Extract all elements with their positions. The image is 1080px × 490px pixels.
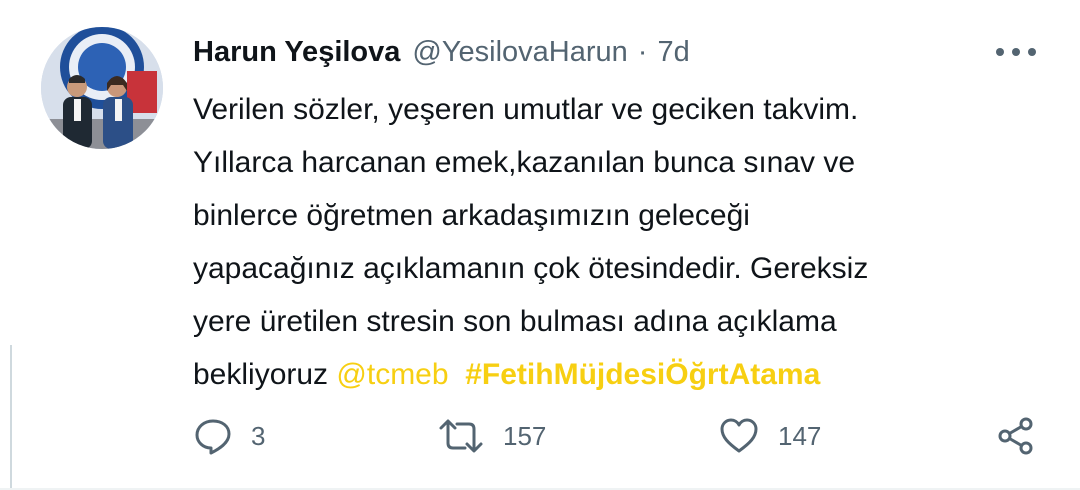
share-button[interactable] — [996, 410, 1036, 462]
tweet-age[interactable]: 7d — [657, 36, 689, 69]
retweet-button[interactable]: 157 — [437, 410, 546, 462]
reply-count: 3 — [251, 420, 266, 451]
header-separator: · — [637, 35, 648, 68]
like-button[interactable]: 147 — [718, 410, 821, 462]
tweet-line: yapacağınız açıklamanın çok ötesindedir.… — [193, 252, 869, 285]
author-name[interactable]: Harun Yeşilova — [193, 36, 400, 69]
like-count: 147 — [778, 420, 822, 451]
retweet-count: 157 — [503, 420, 547, 451]
tweet-line: binlerce öğretmen arkadaşımızın geleceği — [193, 199, 750, 232]
tweet-last-line: bekliyoruz @tcmeb #FetihMüjdesiÖğrtAtama — [193, 348, 1053, 401]
tweet-line: Yıllarca harcanan emek,kazanılan bunca s… — [193, 146, 856, 179]
avatar-image — [41, 27, 163, 149]
heart-icon — [720, 418, 758, 453]
hashtag-link[interactable]: #FetihMüjdesiÖğrtAtama — [465, 358, 820, 391]
reply-button[interactable]: 3 — [193, 410, 265, 462]
tweet-line: Verilen sözler, yeşeren umutlar ve gecik… — [193, 93, 859, 126]
author-handle[interactable]: @YesilovaHarun — [412, 36, 627, 69]
reply-icon — [195, 419, 231, 455]
more-options-icon[interactable] — [996, 40, 1036, 64]
tweet-header: Harun Yeşilova @YesilovaHarun · 7d — [193, 32, 690, 72]
retweet-icon — [439, 419, 483, 453]
tweet-last-line-text: bekliyoruz — [193, 358, 337, 391]
tweet-line: yere üretilen stresin son bulması adına … — [193, 305, 837, 338]
tweet-text: Verilen sözler, yeşeren umutlar ve gecik… — [193, 83, 1053, 401]
avatar[interactable] — [41, 27, 163, 149]
mention-link[interactable]: @tcmeb — [336, 358, 448, 391]
tweet-actions: 3 157 147 — [0, 410, 1080, 462]
share-icon — [998, 417, 1033, 455]
